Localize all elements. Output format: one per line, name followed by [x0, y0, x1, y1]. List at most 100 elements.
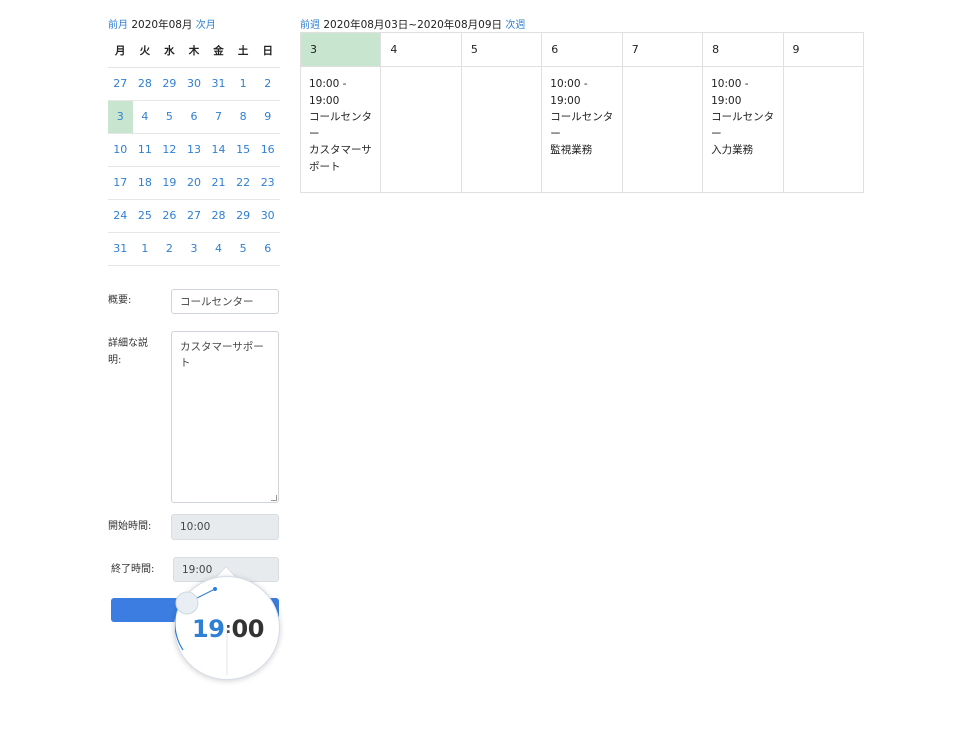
calendar-day[interactable]: 28: [206, 199, 231, 233]
clock-separator: :: [225, 621, 231, 637]
calendar-day[interactable]: 26: [157, 199, 182, 233]
event-time: 10:00 - 19:00: [711, 78, 749, 107]
calendar-day[interactable]: 23: [255, 166, 280, 200]
calendar-day[interactable]: 1: [132, 232, 158, 266]
week-day-cell[interactable]: [621, 66, 704, 193]
calendar-day[interactable]: 4: [132, 100, 158, 134]
calendar-day[interactable]: 6: [181, 100, 207, 134]
event-time: 10:00 - 19:00: [550, 78, 588, 107]
calendar-day[interactable]: 14: [206, 133, 231, 167]
week-range-label: 2020年08月03日~2020年08月09日: [323, 19, 503, 31]
event-title: コールセンター: [309, 111, 372, 140]
calendar-day[interactable]: 13: [181, 133, 207, 167]
weekday-header: 金: [206, 34, 231, 68]
calendar-day[interactable]: 22: [230, 166, 256, 200]
calendar-day[interactable]: 19: [157, 166, 182, 200]
weekday-header: 月: [108, 34, 133, 68]
calendar-day[interactable]: 24: [108, 199, 133, 233]
clock-time-display: 19:00: [175, 615, 281, 643]
calendar-day[interactable]: 11: [132, 133, 158, 167]
week-day-cell[interactable]: 10:00 - 19:00 コールセンター入力業務: [702, 66, 784, 193]
weekday-header: 火: [132, 34, 158, 68]
event-title: コールセンター: [711, 111, 775, 140]
calendar-day[interactable]: 28: [132, 67, 158, 101]
current-month-label: 2020年08月: [131, 19, 193, 31]
week-day-cell[interactable]: [782, 66, 865, 193]
schedule-event[interactable]: 10:00 - 19:00 コールセンター カスタマーサポート: [309, 76, 372, 175]
event-time: 10:00 - 19:00: [309, 78, 347, 107]
week-day-cell[interactable]: [380, 66, 462, 193]
calendar-day[interactable]: 1: [230, 67, 256, 101]
event-detail: カスタマーサポート: [309, 144, 372, 173]
calendar-week-row: 17 18 19 20 21 22 23: [108, 166, 280, 200]
week-grid: 3456789 10:00 - 19:00 コールセンター カスタマーサポート 10:…: [299, 32, 865, 193]
schedule-event[interactable]: 10:00 - 19:00 コールセンター 監視業務: [550, 76, 613, 159]
schedule-event[interactable]: 10:00 - 19:00 コールセンター入力業務: [711, 76, 774, 159]
calendar-day[interactable]: 27: [181, 199, 207, 233]
weekday-header: 土: [230, 34, 256, 68]
calendar-day[interactable]: 12: [157, 133, 182, 167]
calendar-day[interactable]: 2: [255, 67, 280, 101]
next-month-link[interactable]: 次月: [196, 20, 216, 31]
calendar-day[interactable]: 29: [230, 199, 256, 233]
calendar-day[interactable]: 16: [255, 133, 280, 167]
calendar-day[interactable]: 29: [157, 67, 182, 101]
calendar-day[interactable]: 18: [132, 166, 158, 200]
week-day-header: 9: [782, 32, 865, 67]
calendar-day[interactable]: 30: [181, 67, 207, 101]
clock-hours[interactable]: 19: [192, 615, 225, 643]
calendar-day[interactable]: 5: [157, 100, 182, 134]
resize-grip-icon[interactable]: [271, 495, 277, 501]
calendar-day[interactable]: 10: [108, 133, 133, 167]
calendar-week-row: 3456789: [108, 100, 280, 134]
calendar-day[interactable]: 25: [132, 199, 158, 233]
event-title: コールセンター: [550, 111, 614, 140]
calendar-week-row: 24 25 26 27 28 29 30: [108, 199, 280, 233]
prev-month-link[interactable]: 前月: [108, 20, 128, 31]
detail-textarea[interactable]: カスタマーサポート: [171, 331, 279, 503]
clock-picker[interactable]: 19:00: [174, 576, 280, 680]
calendar-day[interactable]: 2: [157, 232, 182, 266]
calendar-day[interactable]: 31: [206, 67, 231, 101]
week-day-header: 3: [299, 32, 382, 67]
week-day-header: 7: [621, 32, 704, 67]
summary-label: 概要:: [108, 295, 132, 306]
calendar-day[interactable]: 6: [255, 232, 280, 266]
calendar-week-row: 10 11 12 13 14 15 16: [108, 133, 280, 167]
weekday-header: 水: [157, 34, 182, 68]
week-day-cell[interactable]: [460, 66, 543, 193]
calendar-day[interactable]: 3: [181, 232, 207, 266]
clock-minutes[interactable]: 00: [232, 615, 265, 643]
weekday-header: 日: [255, 34, 280, 68]
start-time-input[interactable]: [171, 514, 279, 540]
calendar-day[interactable]: 4: [206, 232, 231, 266]
calendar-day[interactable]: 9: [255, 100, 280, 134]
end-time-label: 終了時間:: [111, 564, 155, 575]
calendar-week-row: 27 28 29 30 31 1 2: [108, 67, 280, 101]
start-time-label: 開始時間:: [108, 521, 152, 532]
mini-calendar: 前月 2020年08月 次月 月火水木金土日 27 28 29 30 31 1 2 3 4 5 6 7…: [108, 16, 280, 266]
calendar-day[interactable]: 7: [206, 100, 231, 134]
next-week-link[interactable]: 次週: [505, 20, 525, 31]
week-day-cell[interactable]: 10:00 - 19:00 コールセンター カスタマーサポート: [299, 66, 382, 193]
calendar-day[interactable]: 20: [181, 166, 207, 200]
calendar-day[interactable]: 5: [230, 232, 256, 266]
summary-input[interactable]: [171, 289, 279, 314]
calendar-day[interactable]: 31: [108, 232, 133, 266]
week-day-cell[interactable]: 10:00 - 19:00 コールセンター 監視業務: [541, 66, 623, 193]
week-day-header: 6: [541, 32, 623, 67]
calendar-day[interactable]: 30: [255, 199, 280, 233]
calendar-day[interactable]: 8: [230, 100, 256, 134]
calendar-day[interactable]: 3: [108, 100, 133, 134]
calendar-day[interactable]: 27: [108, 67, 133, 101]
calendar-day[interactable]: 21: [206, 166, 231, 200]
prev-week-link[interactable]: 前週: [300, 20, 320, 31]
calendar-day[interactable]: 17: [108, 166, 133, 200]
event-detail: 入力業務: [711, 144, 754, 156]
calendar-day[interactable]: 15: [230, 133, 256, 167]
week-day-header: 8: [702, 32, 784, 67]
month-nav: 前月 2020年08月 次月: [108, 16, 280, 34]
month-grid: 月火水木金土日 27 28 29 30 31 1 2 3 4 5 6 7 8 9 10 11 12 13 14 15 1…: [108, 34, 280, 266]
week-day-header: 5: [460, 32, 543, 67]
weekday-header: 木: [181, 34, 207, 68]
